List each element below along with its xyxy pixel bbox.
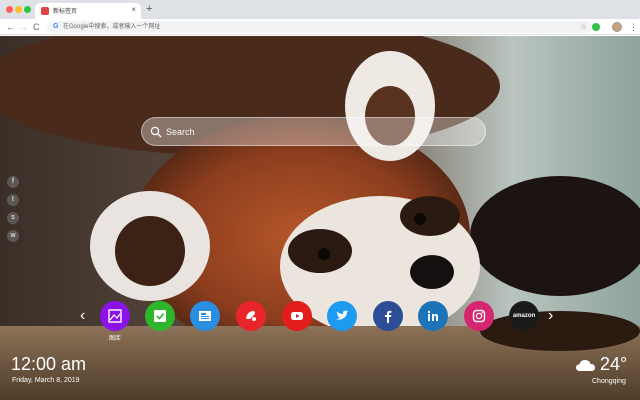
- tab-new-tab[interactable]: 新标签页 ×: [35, 3, 141, 19]
- cloud-icon: [576, 360, 595, 371]
- app-instagram[interactable]: [464, 301, 494, 331]
- twitter-icon[interactable]: t: [7, 194, 19, 206]
- app-amazon[interactable]: amazon: [509, 301, 539, 331]
- app-news[interactable]: [190, 301, 220, 331]
- social-rail: f t s w: [7, 176, 19, 248]
- app-gallery-label: 图库: [108, 336, 121, 342]
- wechat-icon[interactable]: w: [7, 230, 19, 242]
- browser-toolbar: ← → C G 在Google中搜索，或者输入一个网址 ☆ ⋮: [0, 19, 640, 35]
- weather-temperature: 24°: [600, 354, 628, 374]
- close-window-button[interactable]: [6, 6, 13, 13]
- new-tab-page: f t s w ‹ › 图库 amazon 12:00 am Friday, M…: [0, 36, 640, 400]
- checkmark-icon: [154, 310, 166, 322]
- app-checkmark[interactable]: [145, 301, 175, 331]
- app-facebook[interactable]: [373, 301, 403, 331]
- address-bar[interactable]: G 在Google中搜索，或者输入一个网址 ☆: [47, 21, 593, 33]
- app-linkedin[interactable]: [418, 301, 448, 331]
- amazon-logo-text: amazon: [512, 313, 536, 319]
- game-icon: [246, 311, 256, 321]
- search-icon: [150, 126, 162, 138]
- extension-icon[interactable]: [592, 23, 600, 31]
- clock-date: Friday, March 8, 2019: [12, 377, 80, 384]
- clock-time: 12:00 am: [11, 354, 87, 374]
- twitter-bird-icon: [336, 310, 349, 320]
- tab-strip: 新标签页 × +: [0, 0, 640, 19]
- search-input[interactable]: [166, 124, 466, 140]
- forward-button[interactable]: →: [19, 21, 28, 33]
- profile-avatar[interactable]: [612, 22, 622, 32]
- reload-button[interactable]: C: [33, 21, 40, 33]
- facebook-f-icon: [385, 310, 392, 323]
- instagram-icon: [472, 309, 486, 323]
- gallery-icon: [108, 309, 122, 323]
- tab-title: 新标签页: [53, 9, 78, 15]
- news-icon: [199, 311, 211, 321]
- red-panda-wallpaper: [0, 36, 640, 400]
- address-bar-placeholder: 在Google中搜索，或者输入一个网址: [63, 24, 161, 30]
- new-tab-button[interactable]: +: [146, 3, 152, 15]
- youtube-icon: [291, 312, 303, 320]
- tab-close-icon[interactable]: ×: [131, 5, 136, 15]
- app-youtube[interactable]: [282, 301, 312, 331]
- search-bar[interactable]: [141, 117, 486, 146]
- dock-next-arrow[interactable]: ›: [548, 307, 553, 325]
- app-twitter[interactable]: [327, 301, 357, 331]
- app-gallery[interactable]: [100, 301, 130, 331]
- browser-menu-icon[interactable]: ⋮: [629, 21, 638, 33]
- snapchat-icon[interactable]: s: [7, 212, 19, 224]
- tab-favicon-icon: [41, 7, 49, 15]
- weather-city: Chongqing: [592, 378, 626, 385]
- linkedin-icon: [427, 310, 438, 321]
- google-icon: G: [53, 23, 59, 30]
- back-button[interactable]: ←: [6, 21, 15, 33]
- zoom-window-button[interactable]: [24, 6, 31, 13]
- app-game[interactable]: [236, 301, 266, 331]
- bookmark-star-icon[interactable]: ☆: [580, 22, 587, 32]
- dock-prev-arrow[interactable]: ‹: [80, 307, 85, 325]
- facebook-icon[interactable]: f: [7, 176, 19, 188]
- minimize-window-button[interactable]: [15, 6, 22, 13]
